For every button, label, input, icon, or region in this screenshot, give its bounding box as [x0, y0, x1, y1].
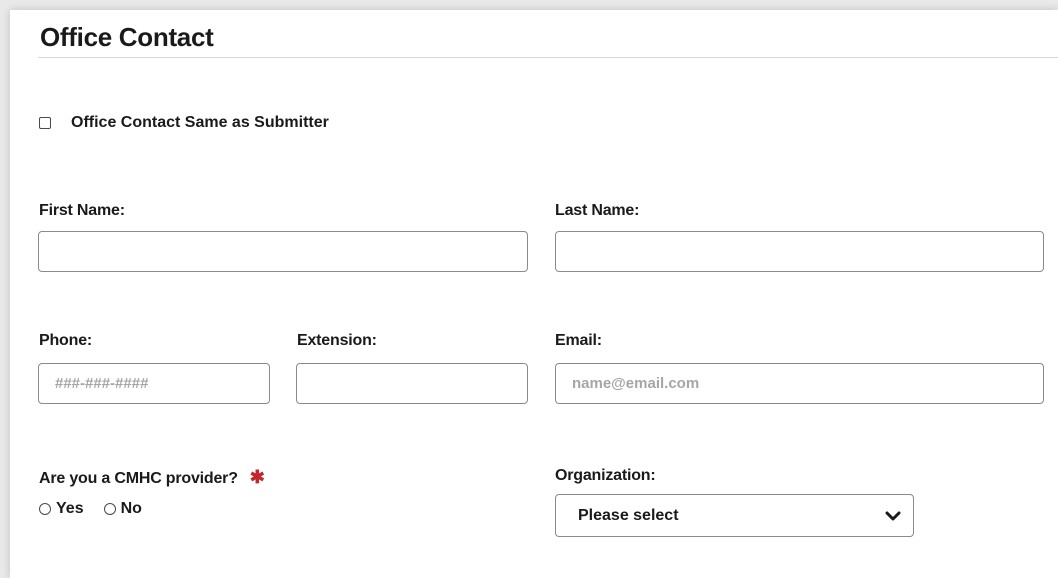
organization-select[interactable]: Please select [555, 494, 914, 537]
section-title: Office Contact [40, 22, 214, 52]
first-name-label: First Name: [39, 202, 125, 219]
organization-label: Organization: [555, 467, 656, 484]
cmhc-no-option[interactable]: No [103, 500, 142, 518]
cmhc-yes-label: Yes [56, 500, 84, 517]
section-divider [38, 57, 1058, 58]
office-contact-panel: Office Contact Office Contact Same as Su… [10, 10, 1058, 578]
same-as-submitter-label: Office Contact Same as Submitter [71, 114, 329, 131]
cmhc-no-label: No [120, 500, 142, 517]
cmhc-no-radio[interactable] [103, 503, 116, 515]
phone-input[interactable] [38, 363, 270, 404]
chevron-down-icon [885, 511, 901, 520]
cmhc-provider-label: Are you a CMHC provider? ✱ [39, 467, 265, 488]
same-as-submitter-checkbox[interactable] [39, 117, 51, 129]
organization-selected-value: Please select [578, 506, 679, 524]
cmhc-yes-radio[interactable] [39, 503, 51, 515]
email-input[interactable] [555, 363, 1044, 404]
cmhc-yes-option[interactable]: Yes [39, 500, 84, 518]
cmhc-provider-radio-group: Yes No [39, 500, 162, 518]
email-label: Email: [555, 332, 602, 349]
extension-input[interactable] [296, 363, 528, 404]
phone-label: Phone: [39, 332, 93, 349]
cmhc-provider-question: Are you a CMHC provider? [39, 470, 238, 487]
extension-label: Extension: [297, 332, 377, 349]
first-name-input[interactable] [38, 231, 528, 272]
required-asterisk-icon: ✱ [249, 467, 265, 487]
last-name-input[interactable] [555, 231, 1044, 272]
last-name-label: Last Name: [555, 202, 640, 219]
same-as-submitter-row[interactable]: Office Contact Same as Submitter [39, 114, 329, 132]
